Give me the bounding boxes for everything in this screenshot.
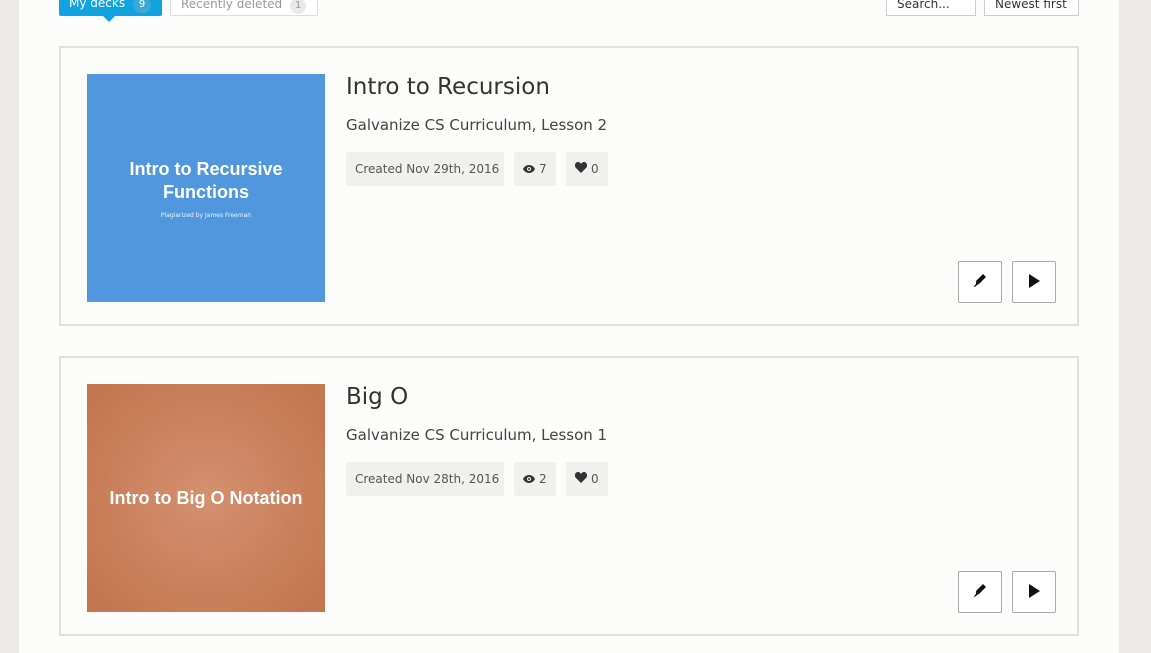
deck-title[interactable]: Intro to Recursion — [346, 74, 550, 100]
pencil-icon — [972, 582, 988, 602]
thumbnail-subtitle: Plagiarized by James Freeman — [160, 211, 252, 219]
sort-label: Newest first — [995, 0, 1067, 11]
edit-button[interactable] — [958, 571, 1002, 613]
thumbnail-title: Intro to Recursive Functions — [129, 158, 283, 202]
edit-button[interactable] — [958, 261, 1002, 303]
tab-recently-deleted-label: Recently deleted — [181, 0, 283, 11]
play-button[interactable] — [1012, 571, 1056, 613]
likes-value: 0 — [591, 162, 599, 176]
tab-my-decks-label: My decks — [69, 0, 126, 10]
tab-recently-deleted[interactable]: Recently deleted 1 — [170, 0, 318, 16]
pencil-icon — [972, 272, 988, 292]
likes-count: 0 — [566, 462, 608, 496]
likes-value: 0 — [591, 472, 599, 486]
sort-select[interactable]: Newest first — [984, 0, 1079, 16]
eye-icon — [523, 153, 535, 187]
play-icon — [1028, 273, 1040, 292]
play-button[interactable] — [1012, 261, 1056, 303]
created-date: Created Nov 28th, 2016 — [346, 462, 504, 496]
views-value: 7 — [539, 162, 547, 176]
search-placeholder: Search... — [897, 0, 950, 11]
heart-icon — [574, 463, 588, 497]
play-icon — [1028, 583, 1040, 602]
deck-thumbnail[interactable]: Intro to Big O Notation — [87, 384, 325, 612]
views-count: 7 — [514, 152, 556, 186]
deck-thumbnail[interactable]: Intro to Recursive Functions Plagiarized… — [87, 74, 325, 302]
tab-my-decks[interactable]: My decks 9 — [59, 0, 162, 22]
deck-card: Intro to Big O Notation Big O Galvanize … — [59, 356, 1079, 636]
deck-description: Galvanize CS Curriculum, Lesson 1 — [346, 426, 608, 444]
heart-icon — [574, 153, 588, 187]
eye-icon — [523, 463, 535, 497]
views-value: 2 — [539, 472, 547, 486]
deck-description: Galvanize CS Curriculum, Lesson 2 — [346, 116, 608, 134]
created-date: Created Nov 29th, 2016 — [346, 152, 504, 186]
my-decks-count-badge: 9 — [133, 0, 152, 13]
search-input[interactable]: Search... — [886, 0, 976, 16]
views-count: 2 — [514, 462, 556, 496]
content-panel: My decks 9 Recently deleted 1 Search... Ne… — [19, 0, 1119, 653]
deck-card: Intro to Recursive Functions Plagiarized… — [59, 46, 1079, 326]
deck-title[interactable]: Big O — [346, 384, 408, 410]
thumbnail-title: Intro to Big O Notation — [109, 487, 303, 508]
recently-deleted-count-badge: 1 — [290, 0, 307, 14]
active-tab-caret — [103, 16, 115, 22]
likes-count: 0 — [566, 152, 608, 186]
